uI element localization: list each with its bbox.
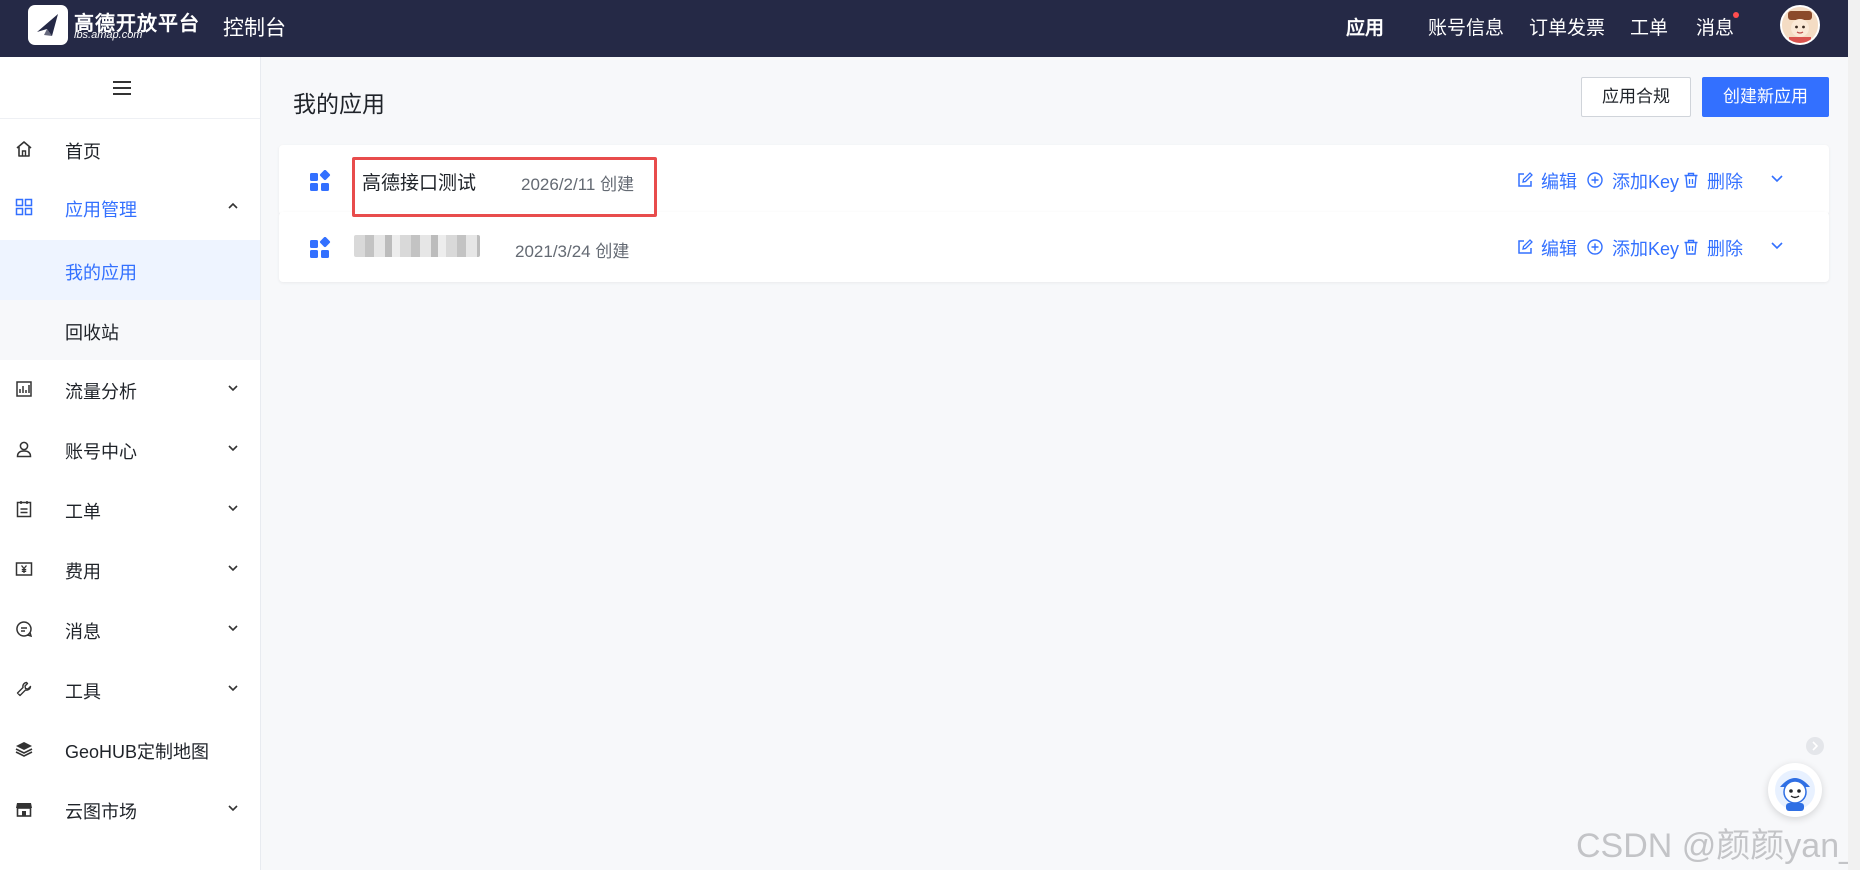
sidebar-item-label: GeoHUB定制地图 — [65, 742, 210, 762]
nav-orders-invoices[interactable]: 订单发票 — [1529, 13, 1605, 40]
sidebar-item-label: 费用 — [65, 562, 101, 582]
chevron-down-icon — [228, 805, 238, 812]
app-grid-icon — [310, 237, 331, 258]
user-icon — [16, 441, 32, 458]
sidebar-item-tickets[interactable]: 工单 — [0, 479, 260, 539]
delete-button[interactable]: 删除 — [1707, 235, 1743, 261]
app-grid-icon — [310, 170, 331, 191]
wrench-icon — [16, 681, 32, 697]
sidebar-item-label: 回收站 — [65, 323, 119, 343]
sidebar-item-label: 工单 — [65, 502, 101, 522]
amap-logo[interactable] — [28, 5, 68, 45]
store-icon — [16, 803, 32, 817]
add-key-button[interactable]: 添加Key — [1612, 168, 1679, 194]
grid-icon — [15, 198, 33, 216]
sidebar-item-label: 账号中心 — [65, 442, 137, 462]
chevron-down-icon — [228, 505, 238, 512]
sidebar-item-recycle-bin[interactable]: 回收站 — [0, 300, 260, 360]
sidebar-item-label: 消息 — [65, 622, 101, 642]
sidebar: 首页 应用管理 我的应用 回收站 流量分析 账号中心 工单 费用 消息 工具 G… — [0, 57, 261, 870]
sidebar-item-label: 工具 — [65, 682, 101, 702]
plus-circle-icon — [1587, 239, 1603, 255]
logo-url: lbs.amap.com — [74, 29, 143, 41]
trash-icon — [1684, 172, 1698, 188]
top-bar: 高德开放平台 lbs.amap.com 控制台 应用 账号信息 订单发票 工单 … — [0, 0, 1860, 57]
edit-icon — [1518, 239, 1533, 254]
edit-icon — [1518, 172, 1533, 187]
chevron-down-icon[interactable] — [1769, 173, 1785, 185]
sidebar-item-cloud-map-market[interactable]: 云图市场 — [0, 779, 260, 839]
sidebar-item-app-management[interactable]: 应用管理 — [0, 177, 260, 237]
edit-button[interactable]: 编辑 — [1541, 168, 1577, 194]
highlight-box — [352, 157, 657, 217]
ticket-icon — [16, 501, 32, 518]
chevron-down-icon — [228, 385, 238, 392]
home-icon — [16, 141, 32, 157]
scrollbar[interactable] — [1848, 0, 1860, 870]
chevron-down-icon[interactable] — [1769, 240, 1785, 252]
sidebar-item-traffic-analysis[interactable]: 流量分析 — [0, 359, 260, 419]
delete-button[interactable]: 删除 — [1707, 168, 1743, 194]
sidebar-item-messages[interactable]: 消息 — [0, 599, 260, 659]
avatar[interactable] — [1780, 5, 1820, 45]
sidebar-item-account-center[interactable]: 账号中心 — [0, 419, 260, 479]
app-card[interactable]: 2021/3/24 创建 编辑 添加Key 删除 — [279, 212, 1829, 282]
sidebar-item-billing[interactable]: 费用 — [0, 539, 260, 599]
menu-toggle-icon[interactable] — [113, 80, 131, 96]
sidebar-item-label: 首页 — [65, 142, 101, 162]
nav-tickets[interactable]: 工单 — [1630, 13, 1668, 40]
page: 高德开放平台 lbs.amap.com 控制台 应用 账号信息 订单发票 工单 … — [0, 0, 1860, 870]
sidebar-item-geohub[interactable]: GeoHUB定制地图 — [0, 719, 260, 779]
trash-icon — [1684, 239, 1698, 255]
watermark: CSDN @颜颜yan_ — [1576, 827, 1859, 865]
blurred-app-name — [354, 235, 480, 257]
edit-button[interactable]: 编辑 — [1541, 235, 1577, 261]
sidebar-item-home[interactable]: 首页 — [0, 119, 260, 179]
nav-account-info[interactable]: 账号信息 — [1428, 13, 1504, 40]
assistant-mascot-icon[interactable] — [1768, 763, 1822, 817]
app-created-date: 2021/3/24 创建 — [515, 242, 630, 261]
console-title[interactable]: 控制台 — [223, 12, 286, 42]
notification-dot — [1733, 12, 1739, 18]
yen-icon — [15, 562, 33, 576]
nav-messages[interactable]: 消息 — [1696, 13, 1734, 40]
sidebar-item-label: 我的应用 — [65, 263, 137, 283]
layers-icon — [15, 742, 33, 757]
chevron-down-icon — [228, 565, 238, 572]
sidebar-item-label: 云图市场 — [65, 802, 137, 822]
chart-icon — [16, 381, 32, 397]
add-key-button[interactable]: 添加Key — [1612, 235, 1679, 261]
avatar-icon — [1782, 7, 1818, 43]
create-app-button[interactable]: 创建新应用 — [1702, 77, 1829, 117]
nav-apps[interactable]: 应用 — [1346, 13, 1384, 40]
sidebar-item-tools[interactable]: 工具 — [0, 659, 260, 719]
app-compliance-button[interactable]: 应用合规 — [1581, 77, 1691, 117]
chevron-down-icon — [228, 445, 238, 452]
sidebar-item-label: 流量分析 — [65, 382, 137, 402]
chevron-down-icon — [228, 685, 238, 692]
chevron-down-icon — [228, 625, 238, 632]
amap-logo-icon — [37, 14, 58, 36]
message-icon — [16, 621, 33, 638]
plus-circle-icon — [1587, 172, 1603, 188]
chevron-up-icon — [228, 202, 238, 209]
sidebar-item-my-apps[interactable]: 我的应用 — [0, 240, 260, 300]
sidebar-item-label: 应用管理 — [65, 200, 137, 220]
collapse-arrow-icon[interactable] — [1806, 737, 1824, 755]
page-title: 我的应用 — [293, 91, 385, 117]
